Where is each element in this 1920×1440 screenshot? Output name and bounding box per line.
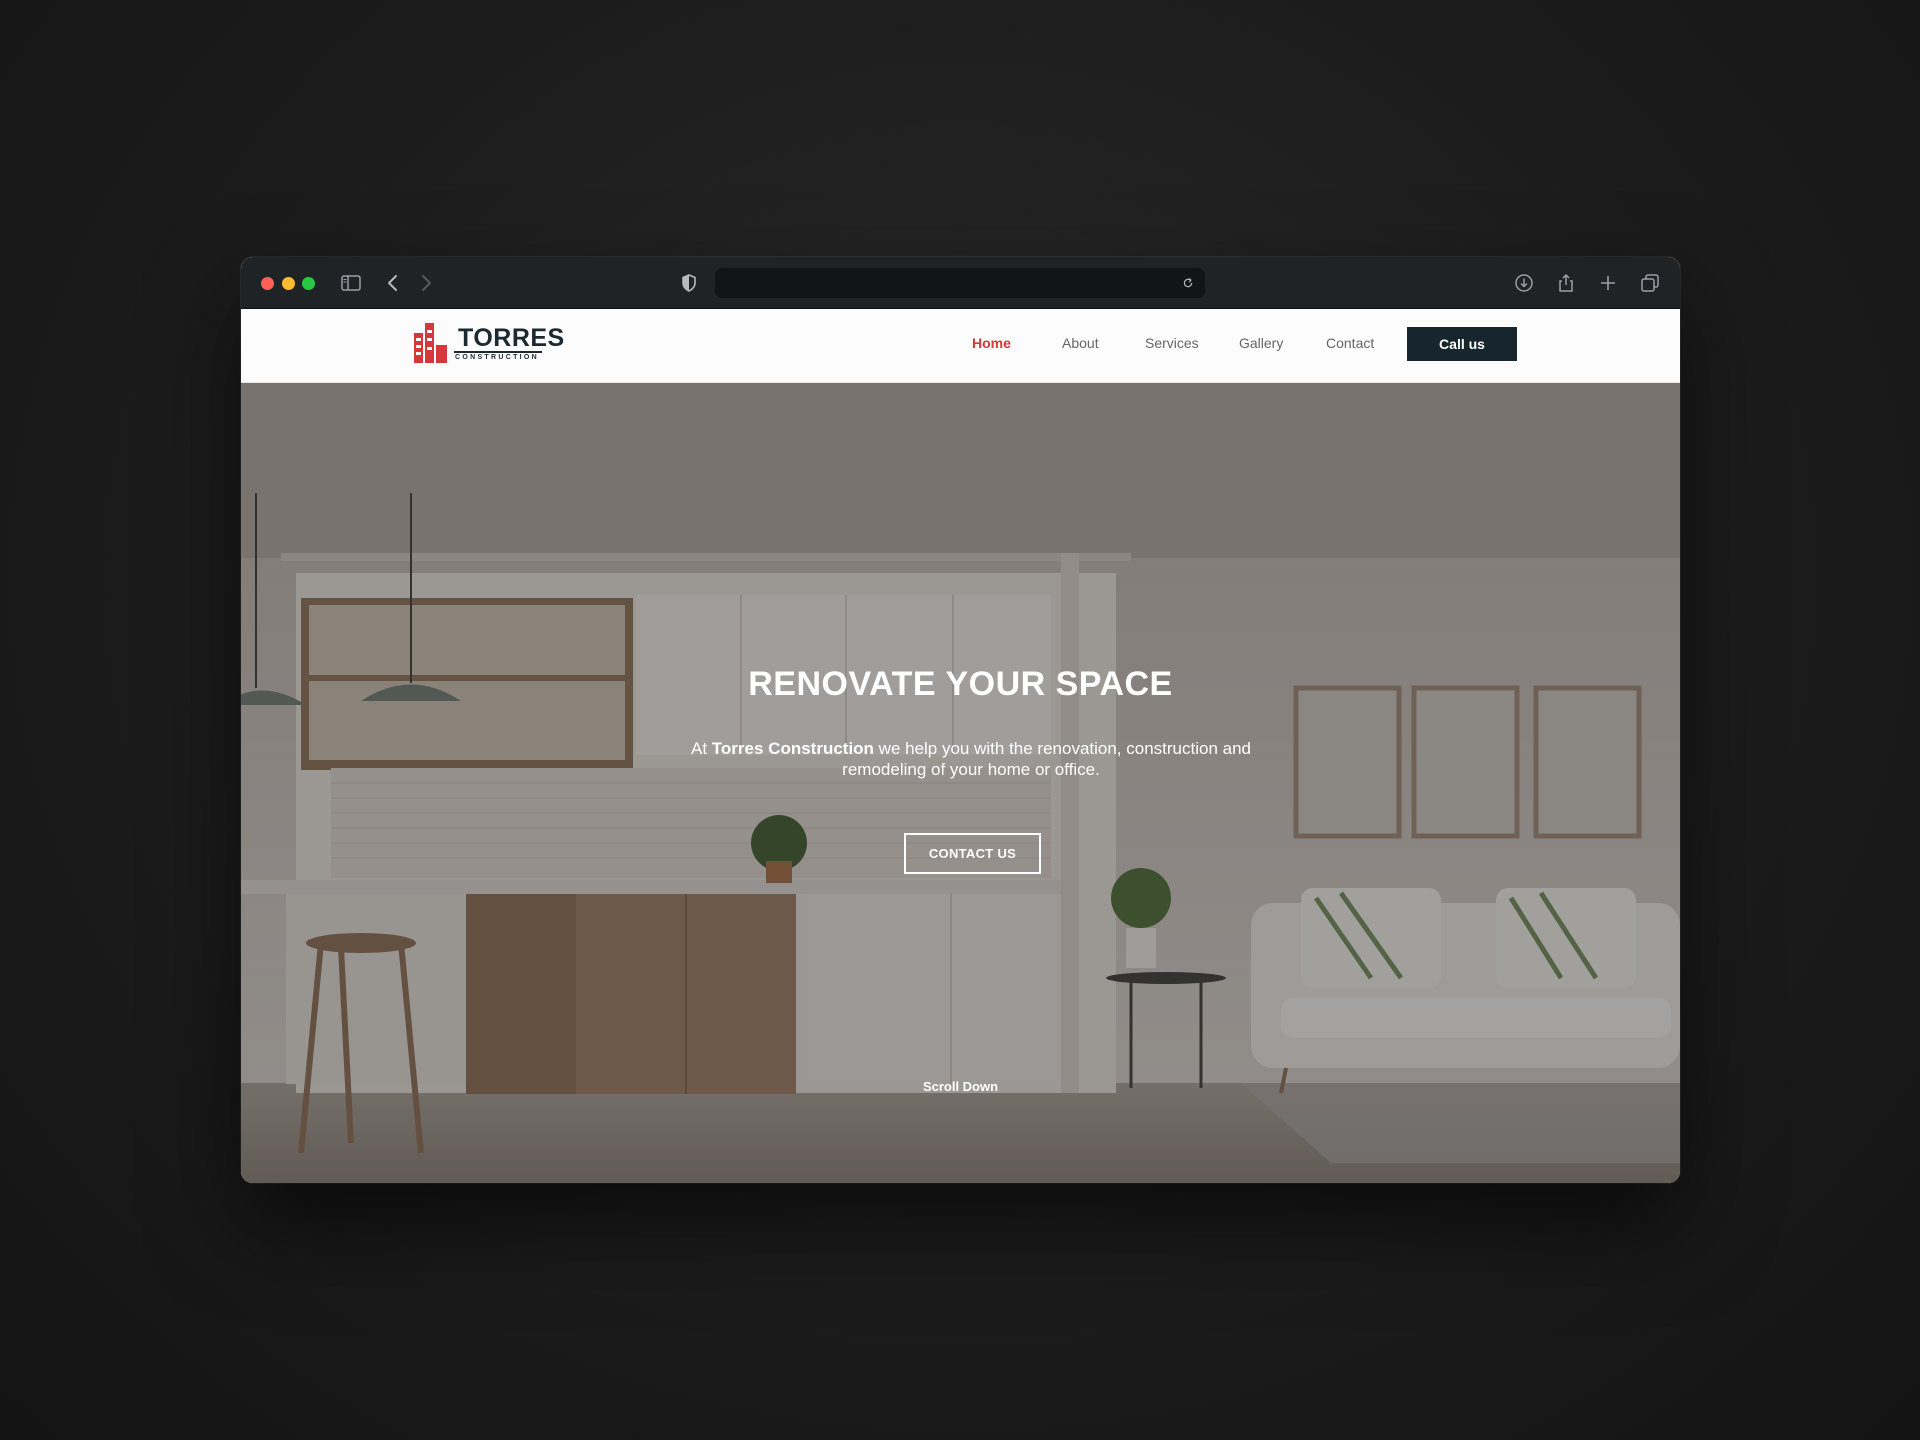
nav-item-contact[interactable]: Contact [1326, 333, 1374, 353]
address-bar[interactable] [715, 268, 1205, 298]
back-icon[interactable] [381, 271, 405, 295]
site-header: TORRES CONSTRUCTION Home About Services … [241, 309, 1680, 383]
nav-item-services[interactable]: Services [1145, 333, 1199, 353]
hero-content: RENOVATE YOUR SPACE At Torres Constructi… [241, 383, 1680, 1183]
scroll-down-link[interactable]: Scroll Down [241, 1079, 1680, 1094]
browser-toolbar [241, 257, 1680, 309]
nav-item-about[interactable]: About [1062, 333, 1099, 353]
hero-company-name: Torres Construction [711, 739, 874, 758]
minimize-window-button[interactable] [282, 277, 295, 290]
hero-text-suffix: we help you with the renovation, constru… [842, 739, 1252, 779]
contact-us-button[interactable]: CONTACT US [904, 833, 1041, 874]
tabs-overview-icon[interactable] [1638, 271, 1662, 295]
hero-section: RENOVATE YOUR SPACE At Torres Constructi… [241, 383, 1680, 1183]
browser-window: TORRES CONSTRUCTION Home About Services … [241, 257, 1680, 1183]
reload-icon[interactable] [1177, 272, 1199, 294]
share-icon[interactable] [1554, 271, 1578, 295]
hero-title: RENOVATE YOUR SPACE [748, 665, 1173, 703]
close-window-button[interactable] [261, 277, 274, 290]
new-tab-icon[interactable] [1596, 271, 1620, 295]
hero-description: At Torres Construction we help you with … [691, 738, 1251, 780]
shield-icon[interactable] [677, 271, 701, 295]
maximize-window-button[interactable] [302, 277, 315, 290]
download-icon[interactable] [1512, 271, 1536, 295]
nav-item-gallery[interactable]: Gallery [1239, 333, 1283, 353]
sidebar-icon[interactable] [339, 271, 363, 295]
hero-text-prefix: At [691, 739, 712, 758]
call-us-button[interactable]: Call us [1407, 327, 1517, 361]
nav-item-home[interactable]: Home [972, 333, 1011, 353]
forward-icon[interactable] [414, 271, 438, 295]
